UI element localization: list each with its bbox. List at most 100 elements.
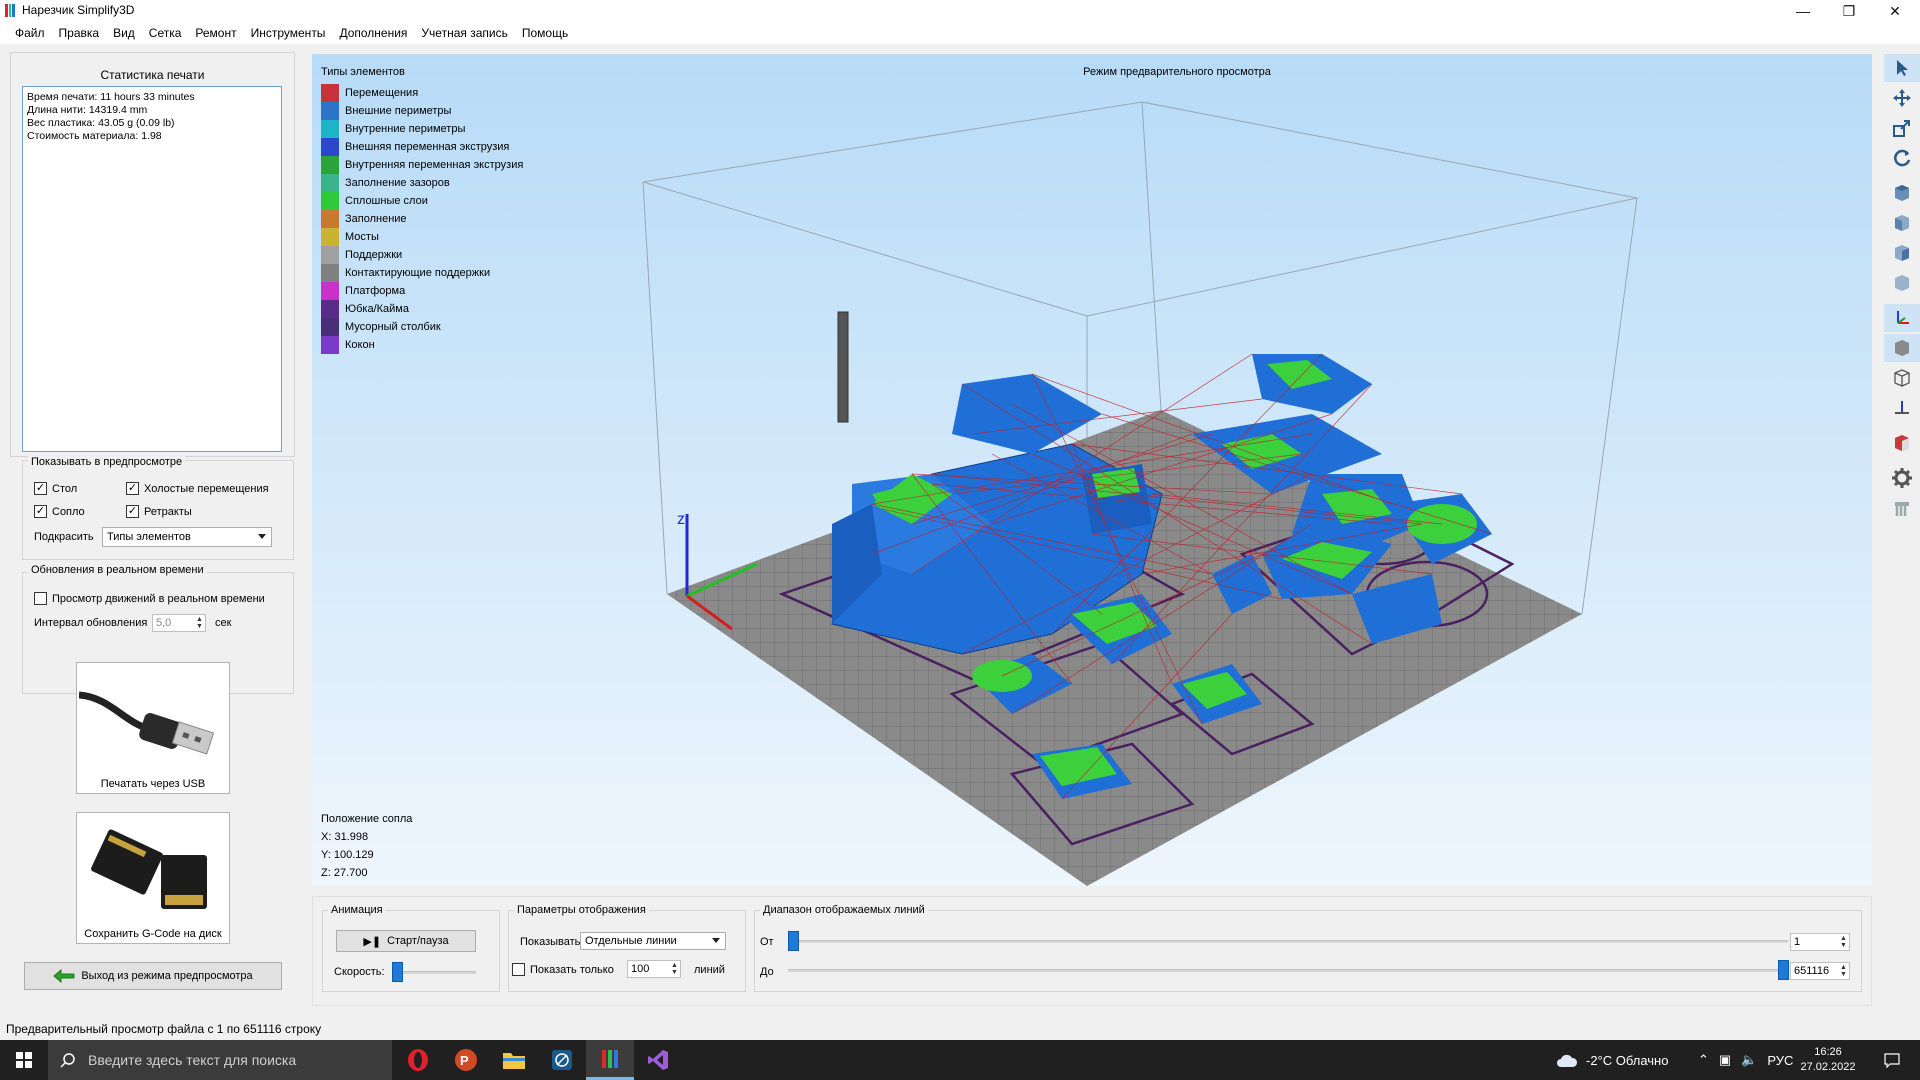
realtime-checkbox[interactable] xyxy=(34,592,47,605)
range-from-spinbox[interactable]: 1 ▲ ▼ xyxy=(1790,933,1850,951)
display-params-title: Параметры отображения xyxy=(514,904,649,916)
usb-cable-icon xyxy=(79,691,215,755)
menu-mesh[interactable]: Сетка xyxy=(142,26,189,40)
menu-repair[interactable]: Ремонт xyxy=(188,26,243,40)
range-from-label: От xyxy=(760,936,774,948)
exit-preview-button[interactable]: Выход из режима предпросмотра xyxy=(24,962,282,990)
view-front-button[interactable] xyxy=(1884,209,1920,237)
table-checkbox[interactable]: ✓ xyxy=(34,482,47,495)
wireframe-view-button[interactable] xyxy=(1884,364,1920,392)
range-to-slider-track[interactable] xyxy=(788,969,1788,972)
range-to-spinbox[interactable]: 651116 ▲ ▼ xyxy=(1790,962,1850,980)
taskbar-powerpoint[interactable]: P xyxy=(442,1040,490,1080)
realtime-checkbox-row[interactable]: Просмотр движений в реальном времени xyxy=(34,592,265,605)
cross-section-button[interactable] xyxy=(1884,429,1920,457)
nozzle-checkbox[interactable]: ✓ xyxy=(34,505,47,518)
view-top-button[interactable] xyxy=(1884,179,1920,207)
menu-help[interactable]: Помощь xyxy=(515,26,575,40)
range-to-slider-thumb[interactable] xyxy=(1778,960,1789,980)
select-tool-button[interactable] xyxy=(1884,54,1920,82)
taskbar-search-box[interactable]: Введите здесь текст для поиска xyxy=(48,1040,392,1080)
back-arrow-icon xyxy=(53,969,75,983)
travel-checkbox[interactable]: ✓ xyxy=(126,482,139,495)
notifications-button[interactable] xyxy=(1872,1040,1912,1080)
show-only-count-value: 100 xyxy=(631,963,650,975)
taskbar-simplify3d[interactable] xyxy=(586,1040,634,1080)
retracts-checkbox[interactable]: ✓ xyxy=(126,505,139,518)
travel-label: Холостые перемещения xyxy=(144,482,269,495)
restore-button[interactable]: ❐ xyxy=(1826,0,1872,22)
update-interval-spinbox[interactable]: 5,0 ▲ ▼ xyxy=(152,614,206,632)
solid-view-button[interactable] xyxy=(1884,334,1920,362)
minimize-icon: — xyxy=(1796,3,1810,19)
range-from-slider-thumb[interactable] xyxy=(788,931,799,951)
stats-plastic-weight: Вес пластика: 43.05 g (0.09 lb) xyxy=(27,117,175,129)
taskbar-file-explorer[interactable] xyxy=(490,1040,538,1080)
save-gcode-button[interactable]: Сохранить G-Code на диск xyxy=(76,812,230,944)
legend-item: Внутренняя переменная экструзия xyxy=(321,156,523,174)
right-toolbar xyxy=(1884,54,1920,854)
show-only-count-spinbox[interactable]: 100 ▲ ▼ xyxy=(627,960,681,978)
rotate-icon xyxy=(1894,149,1911,167)
windows-taskbar: Введите здесь текст для поиска P -2°C Об… xyxy=(0,1040,1920,1080)
menu-addons[interactable]: Дополнения xyxy=(332,26,414,40)
show-only-checkbox-row[interactable]: Показать только xyxy=(512,963,614,976)
rotate-tool-button[interactable] xyxy=(1884,144,1920,172)
start-pause-button[interactable]: ▶❚ Старт/пауза xyxy=(336,930,476,952)
cloud-icon xyxy=(1557,1054,1578,1067)
range-from-slider-track[interactable] xyxy=(788,940,1788,943)
print-usb-button[interactable]: Печатать через USB xyxy=(76,662,230,794)
left-panel: Статистика печати Время печати: 11 hours… xyxy=(10,52,295,1010)
legend-item: Юбка/Кайма xyxy=(321,300,409,318)
legend-item: Сплошные слои xyxy=(321,192,428,210)
minimize-button[interactable]: — xyxy=(1780,0,1826,22)
menu-account[interactable]: Учетная запись xyxy=(414,26,514,40)
save-gcode-label: Сохранить G-Code на диск xyxy=(84,928,222,940)
search-placeholder: Введите здесь текст для поиска xyxy=(88,1052,297,1068)
travel-checkbox-row[interactable]: ✓ Холостые перемещения xyxy=(126,482,269,495)
move-tool-button[interactable] xyxy=(1884,84,1920,112)
taskbar-clock[interactable]: 16:26 27.02.2022 xyxy=(1790,1040,1866,1080)
legend-label: Мосты xyxy=(345,231,379,243)
powerpoint-icon: P xyxy=(455,1049,477,1071)
section-view-button[interactable] xyxy=(1884,394,1920,422)
weather-widget[interactable]: -2°C Облачно xyxy=(1556,1040,1668,1080)
nozzle-checkbox-row[interactable]: ✓ Сопло xyxy=(34,505,85,518)
view-side-button[interactable] xyxy=(1884,239,1920,267)
menu-edit[interactable]: Правка xyxy=(52,26,107,40)
color-by-dropdown[interactable]: Типы элементов xyxy=(102,527,272,547)
stats-print-time: Время печати: 11 hours 33 minutes xyxy=(27,91,195,103)
legend-item: Внешние периметры xyxy=(321,102,451,120)
update-interval-label: Интервал обновления xyxy=(34,617,148,629)
menu-file[interactable]: Файл xyxy=(8,26,52,40)
speed-slider-track[interactable] xyxy=(392,971,476,974)
system-tray-icons[interactable]: ⌃ ▣ 🔈 РУС xyxy=(1698,1040,1793,1080)
status-bar-text: Предварительный просмотр файла с 1 по 65… xyxy=(6,1022,322,1036)
supports-button[interactable] xyxy=(1884,494,1920,522)
show-axes-button[interactable] xyxy=(1884,304,1920,332)
view-iso-button[interactable] xyxy=(1884,269,1920,297)
taskbar-app-globe[interactable] xyxy=(538,1040,586,1080)
start-button[interactable] xyxy=(0,1040,48,1080)
retracts-checkbox-row[interactable]: ✓ Ретракты xyxy=(126,505,192,518)
speed-slider-thumb[interactable] xyxy=(392,962,403,982)
legend-swatch xyxy=(321,282,339,300)
menu-view[interactable]: Вид xyxy=(106,26,142,40)
taskbar-opera[interactable] xyxy=(394,1040,442,1080)
section-icon xyxy=(1895,401,1909,414)
scale-tool-button[interactable] xyxy=(1884,114,1920,142)
close-button[interactable]: ✕ xyxy=(1872,0,1918,22)
restore-icon: ❐ xyxy=(1842,2,1856,19)
taskbar-visual-studio[interactable] xyxy=(634,1040,682,1080)
legend-swatch xyxy=(321,318,339,336)
title-bar: Нарезчик Simplify3D — ❐ ✕ xyxy=(0,0,1920,22)
legend-label: Поддержки xyxy=(345,249,403,261)
menu-tools[interactable]: Инструменты xyxy=(244,26,333,40)
color-by-value: Типы элементов xyxy=(107,531,191,543)
table-checkbox-row[interactable]: ✓ Стол xyxy=(34,482,77,495)
3d-viewport[interactable]: z Типы элементов Режим предварительного … xyxy=(312,54,1872,886)
settings-button[interactable] xyxy=(1884,464,1920,492)
show-only-checkbox[interactable] xyxy=(512,963,525,976)
show-mode-dropdown[interactable]: Отдельные линии xyxy=(580,932,726,950)
legend-swatch xyxy=(321,174,339,192)
